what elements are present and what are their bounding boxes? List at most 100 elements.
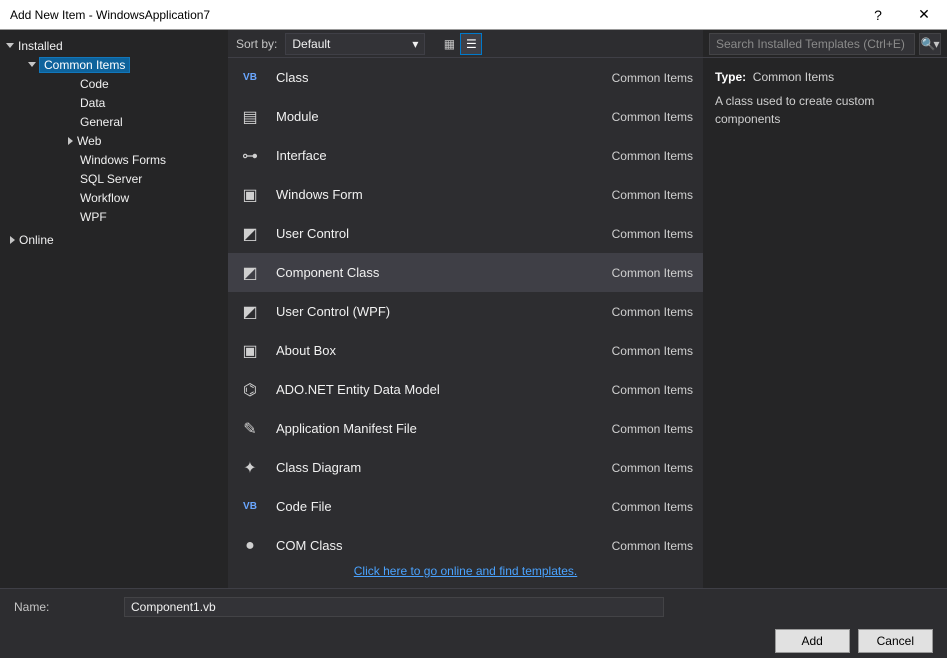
template-name: Code File [276, 499, 598, 514]
tree-node-general[interactable]: General [62, 112, 228, 131]
template-row[interactable]: ⊶ Interface Common Items [228, 136, 703, 175]
tree-node-code[interactable]: Code [62, 74, 228, 93]
template-row[interactable]: ◩User Control (WPF)Common Items [228, 292, 703, 331]
template-category: Common Items [612, 188, 693, 202]
template-name: Module [276, 109, 598, 124]
template-icon: ▣ [238, 339, 262, 363]
search-bar: 🔍▾ [703, 30, 947, 58]
template-icon: ▣ [238, 183, 262, 207]
template-toolbar: Sort by: Default ▾ ▦ ☰ [228, 30, 703, 58]
chevron-down-icon [28, 62, 36, 67]
template-category: Common Items [612, 500, 693, 514]
type-value: Common Items [753, 70, 834, 84]
dialog-body: Installed Common Items Code Data General We… [0, 30, 947, 588]
template-category: Common Items [612, 422, 693, 436]
tree-label: General [80, 115, 123, 129]
dialog-footer: Name: Add Cancel [0, 588, 947, 658]
chevron-right-icon [68, 137, 73, 145]
template-category: Common Items [612, 227, 693, 241]
type-label: Type: [715, 70, 746, 84]
button-row: Add Cancel [14, 629, 933, 653]
tree-label: Code [80, 77, 109, 91]
template-icon: ⊶ [238, 144, 262, 168]
template-row[interactable]: ▤ Module Common Items [228, 97, 703, 136]
tree-label: Data [80, 96, 105, 110]
online-link-bar: Click here to go online and find templat… [228, 554, 703, 588]
search-button[interactable]: 🔍▾ [919, 33, 941, 55]
template-row[interactable]: VBClassCommon Items [228, 58, 703, 97]
template-row[interactable]: ✎Application Manifest FileCommon Items [228, 409, 703, 448]
template-details: Type: Common Items A class used to creat… [703, 58, 947, 138]
chevron-down-icon [6, 43, 14, 48]
template-category: Common Items [612, 539, 693, 553]
template-icon: ◩ [238, 222, 262, 246]
template-category: Common Items [612, 266, 693, 280]
tree-label: Windows Forms [80, 153, 166, 167]
sort-by-dropdown[interactable]: Default ▾ [285, 33, 425, 55]
grid-view-button[interactable]: ▦ [439, 34, 459, 54]
list-icon: ☰ [466, 37, 477, 51]
info-pane: 🔍▾ Type: Common Items A class used to cr… [703, 30, 947, 588]
template-name: Interface [276, 148, 598, 163]
chevron-down-icon: ▾ [412, 37, 418, 51]
template-category: Common Items [612, 110, 693, 124]
sort-by-label: Sort by: [236, 37, 277, 51]
template-list[interactable]: VB Class Common Items ▤ Module Common Items ⊶ I… [228, 58, 703, 554]
close-icon: ✕ [918, 6, 930, 23]
template-category: Common Items [612, 383, 693, 397]
tree-label: SQL Server [80, 172, 142, 186]
find-templates-online-link[interactable]: Click here to go online and find templat… [354, 564, 577, 578]
add-button[interactable]: Add [775, 629, 850, 653]
template-row[interactable]: ▣About BoxCommon Items [228, 331, 703, 370]
grid-icon: ▦ [444, 37, 455, 51]
tree-node-web[interactable]: Web [62, 131, 228, 150]
category-tree: Installed Common Items Code Data General We… [0, 30, 228, 588]
template-category: Common Items [612, 305, 693, 319]
template-row[interactable]: ⌬ADO.NET Entity Data ModelCommon Items [228, 370, 703, 409]
template-category: Common Items [612, 71, 693, 85]
tree-node-workflow[interactable]: Workflow [62, 188, 228, 207]
name-input[interactable] [124, 597, 664, 617]
template-name: Class Diagram [276, 460, 598, 475]
template-icon: ● [238, 534, 262, 555]
tree-node-data[interactable]: Data [62, 93, 228, 112]
template-category: Common Items [612, 461, 693, 475]
tree-node-installed[interactable]: Installed [0, 36, 228, 55]
tree-label: Web [77, 134, 101, 148]
template-icon: ✎ [238, 417, 262, 441]
template-row[interactable]: VB Code File Common Items [228, 487, 703, 526]
tree-label: Workflow [80, 191, 129, 205]
template-row[interactable]: ◩ User Control Common Items [228, 214, 703, 253]
template-row[interactable]: ▣ Windows Form Common Items [228, 175, 703, 214]
template-category: Common Items [612, 149, 693, 163]
template-row[interactable]: ◩Component ClassCommon Items [228, 253, 703, 292]
view-mode-group: ▦ ☰ [439, 34, 481, 54]
name-row: Name: [14, 597, 933, 617]
help-icon: ? [874, 7, 882, 23]
template-name: User Control (WPF) [276, 304, 598, 319]
chevron-right-icon [10, 236, 15, 244]
template-name: ADO.NET Entity Data Model [276, 382, 598, 397]
close-button[interactable]: ✕ [901, 0, 947, 30]
tree-label: Installed [18, 39, 63, 53]
tree-node-sql-server[interactable]: SQL Server [62, 169, 228, 188]
template-icon: ▤ [238, 105, 262, 129]
tree-node-common-items[interactable]: Common Items [22, 55, 228, 74]
sort-by-value: Default [292, 37, 330, 51]
template-row[interactable]: ●COM ClassCommon Items [228, 526, 703, 554]
template-name: Class [276, 70, 598, 85]
tree-node-wpf[interactable]: WPF [62, 207, 228, 226]
list-view-button[interactable]: ☰ [461, 34, 481, 54]
template-icon: VB [238, 495, 262, 519]
search-input[interactable] [709, 33, 915, 55]
template-row[interactable]: ✦Class DiagramCommon Items [228, 448, 703, 487]
tree-label: WPF [80, 210, 107, 224]
tree-node-windows-forms[interactable]: Windows Forms [62, 150, 228, 169]
tree-node-online[interactable]: Online [0, 230, 228, 249]
template-name: User Control [276, 226, 598, 241]
cancel-button[interactable]: Cancel [858, 629, 933, 653]
template-icon: ◩ [238, 261, 262, 285]
help-button[interactable]: ? [855, 0, 901, 30]
template-name: Windows Form [276, 187, 598, 202]
tree-label: Online [19, 233, 54, 247]
